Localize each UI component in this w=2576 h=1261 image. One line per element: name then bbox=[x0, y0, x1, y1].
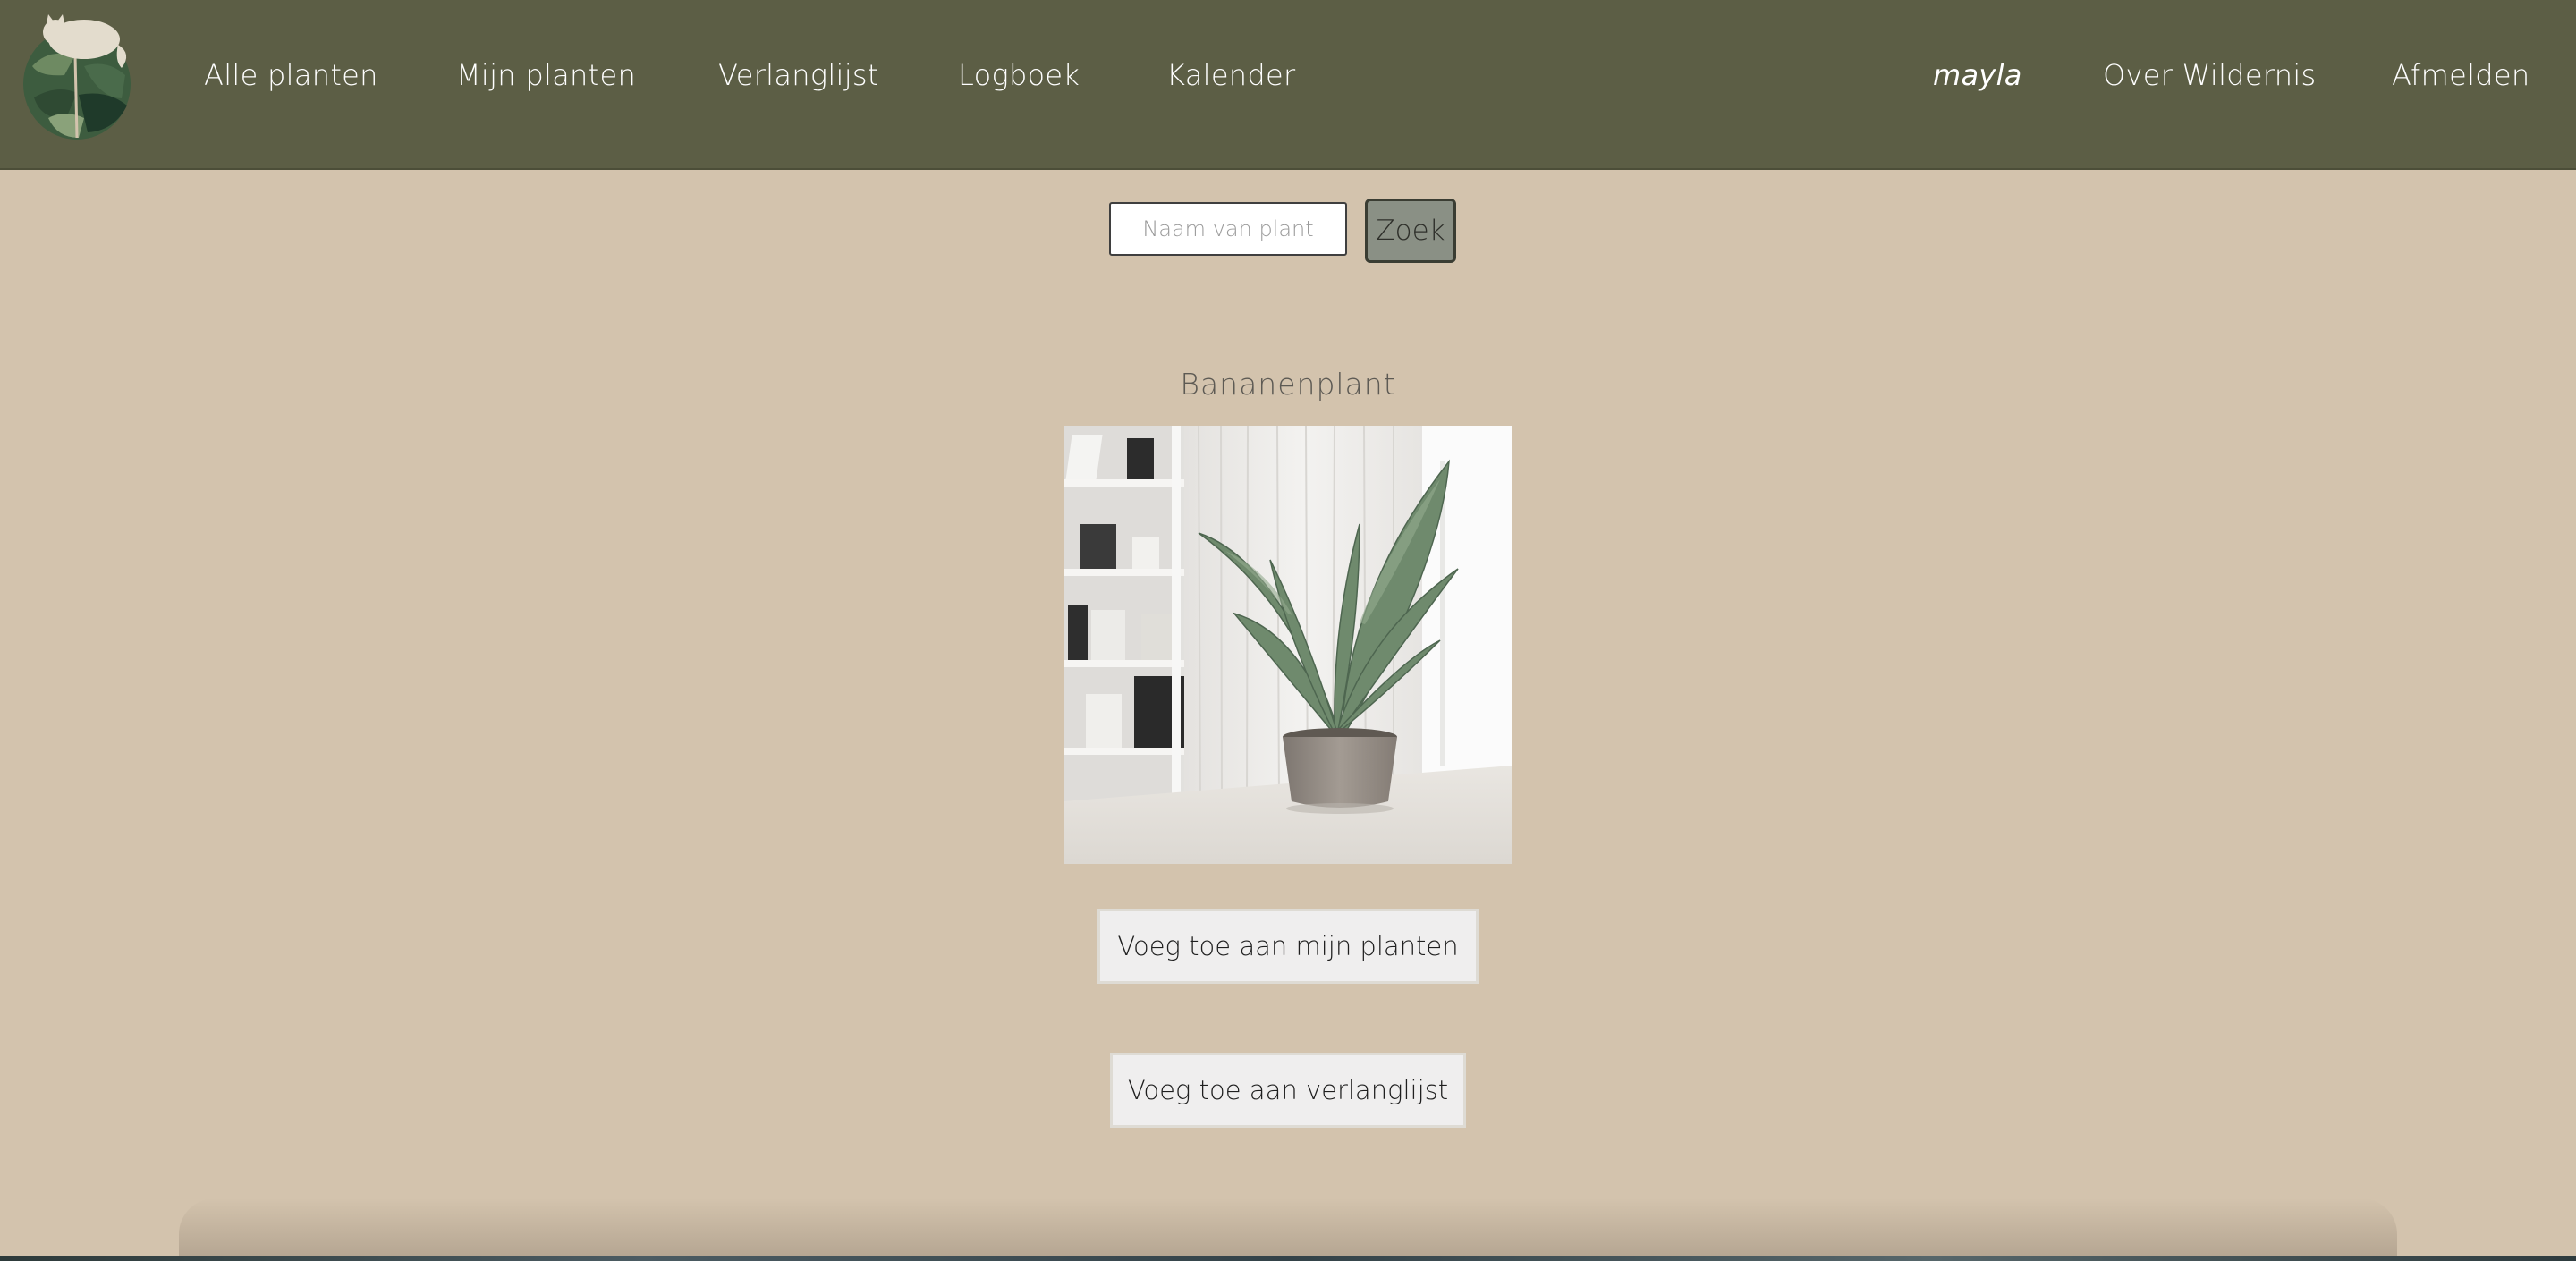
nav-afmelden[interactable]: Afmelden bbox=[2392, 55, 2529, 95]
top-navbar: Alle planten Mijn planten Verlanglijst L… bbox=[0, 0, 2576, 170]
nav-over-wildernis[interactable]: Over Wildernis bbox=[2103, 55, 2317, 95]
nav-alle-planten[interactable]: Alle planten bbox=[204, 55, 378, 95]
plant-title: Bananenplant bbox=[1180, 367, 1396, 402]
background-strip bbox=[0, 1256, 2576, 1261]
search-input[interactable] bbox=[1109, 202, 1347, 256]
logo-icon[interactable] bbox=[21, 13, 136, 140]
page-bottom-shadow bbox=[179, 1198, 2397, 1261]
nav-logboek[interactable]: Logboek bbox=[958, 55, 1080, 95]
nav-verlanglijst[interactable]: Verlanglijst bbox=[718, 55, 879, 95]
nav-mijn-planten[interactable]: Mijn planten bbox=[456, 55, 636, 95]
nav-user-profile[interactable]: mayla bbox=[1933, 55, 2022, 95]
add-to-mijn-planten-button[interactable]: Voeg toe aan mijn planten bbox=[1097, 909, 1479, 984]
search-button[interactable]: Zoek bbox=[1365, 199, 1456, 263]
plant-photo bbox=[1064, 426, 1512, 864]
add-to-verlanglijst-button[interactable]: Voeg toe aan verlanglijst bbox=[1110, 1053, 1466, 1128]
nav-kalender[interactable]: Kalender bbox=[1166, 55, 1295, 95]
